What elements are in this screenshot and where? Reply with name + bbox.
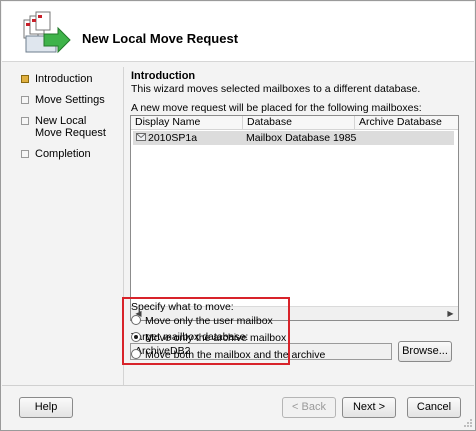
mailbox-icon [136, 133, 146, 141]
scroll-right-icon[interactable]: ▶ [444, 308, 457, 319]
mailbox-list-caption: A new move request will be placed for th… [131, 102, 422, 114]
next-button[interactable]: Next > [342, 397, 396, 418]
step-completion[interactable]: Completion [21, 148, 121, 160]
radio-label: Move both the mailbox and the archive [145, 349, 326, 361]
footer-divider [2, 385, 474, 386]
option-mailbox-and-archive[interactable]: Move both the mailbox and the archive [131, 349, 325, 363]
section-description: This wizard moves selected mailboxes to … [131, 83, 421, 95]
step-label: New Local Move Request [35, 115, 106, 139]
cancel-button[interactable]: Cancel [407, 397, 461, 418]
cell-display-name: 2010SP1a [133, 131, 243, 145]
wizard-steps: Introduction Move Settings New Local Mov… [21, 73, 121, 169]
step-current-icon [21, 75, 29, 83]
table-row[interactable]: 2010SP1a Mailbox Database 198551... [133, 131, 454, 145]
radio-checked-icon[interactable] [131, 332, 141, 342]
display-name-text: 2010SP1a [148, 132, 198, 144]
help-button[interactable]: Help [19, 397, 73, 418]
radio-label: Move only the archive mailbox [145, 332, 287, 344]
step-move-settings[interactable]: Move Settings [21, 94, 121, 106]
step-pending-icon [21, 117, 29, 125]
back-button[interactable]: < Back [282, 397, 336, 418]
step-pending-icon [21, 96, 29, 104]
option-archive-mailbox[interactable]: Move only the archive mailbox [131, 332, 286, 346]
column-display-name[interactable]: Display Name [131, 116, 243, 130]
wizard-header: New Local Move Request [2, 2, 474, 62]
step-pending-icon [21, 150, 29, 158]
resize-grip-icon[interactable] [463, 418, 473, 428]
wizard-title: New Local Move Request [82, 31, 239, 46]
step-label: Completion [35, 148, 91, 160]
column-archive-database[interactable]: Archive Database [355, 116, 458, 130]
radio-label: Move only the user mailbox [145, 315, 273, 327]
mailbox-list[interactable]: Display Name Database Archive Database 2… [130, 115, 459, 321]
cell-database: Mailbox Database 198551... [246, 132, 357, 144]
column-database[interactable]: Database [243, 116, 355, 130]
step-introduction[interactable]: Introduction [21, 73, 121, 85]
option-user-mailbox[interactable]: Move only the user mailbox [131, 315, 273, 329]
wizard-window: New Local Move Request Introduction Move… [0, 0, 476, 431]
mailbox-list-header: Display Name Database Archive Database [131, 116, 458, 130]
move-mailbox-icon [23, 11, 71, 54]
cell-archive-database [357, 131, 454, 145]
section-title: Introduction [131, 70, 196, 82]
move-options-caption: Specify what to move: [131, 301, 234, 313]
step-new-local-move-request[interactable]: New Local Move Request [21, 115, 121, 139]
step-label: Move Settings [35, 94, 105, 106]
step-label: Introduction [35, 73, 93, 85]
radio-unchecked-icon[interactable] [131, 315, 141, 325]
browse-button[interactable]: Browse... [398, 341, 452, 362]
radio-unchecked-icon[interactable] [131, 349, 141, 359]
